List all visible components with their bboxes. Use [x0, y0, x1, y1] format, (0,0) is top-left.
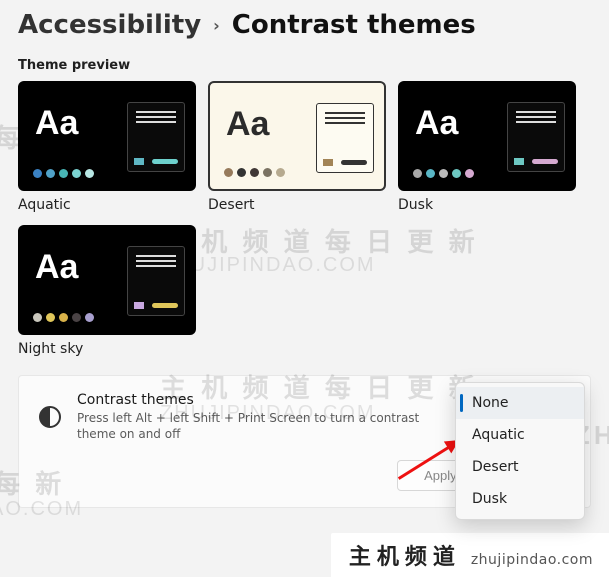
palette-dots — [224, 168, 285, 177]
sample-text-icon: Aa — [415, 104, 458, 143]
dropdown-option-none[interactable]: None — [456, 387, 584, 419]
theme-name-label: Dusk — [398, 197, 576, 213]
theme-card-aquatic[interactable]: Aa Aquatic — [18, 81, 196, 213]
window-mock-icon — [127, 246, 185, 316]
window-mock-icon — [127, 102, 185, 172]
sample-text-icon: Aa — [226, 105, 269, 144]
footer-brand-en: zhujipindao.com — [471, 552, 593, 568]
sample-text-icon: Aa — [35, 104, 78, 143]
footer-brand: 主机频道 zhujipindao.com — [331, 533, 609, 577]
theme-name-label: Night sky — [18, 341, 196, 357]
breadcrumb: Accessibility › Contrast themes — [0, 0, 609, 40]
contrast-icon — [39, 406, 61, 428]
section-label-theme-preview: Theme preview — [0, 40, 609, 81]
footer-brand-cn: 主机频道 — [349, 539, 461, 571]
theme-thumbnail: Aa — [398, 81, 576, 191]
dropdown-option-dusk[interactable]: Dusk — [456, 483, 584, 515]
card-title: Contrast themes — [77, 392, 437, 408]
breadcrumb-parent[interactable]: Accessibility — [18, 10, 201, 40]
theme-select-dropdown[interactable]: None Aquatic Desert Dusk — [455, 382, 585, 520]
page-title: Contrast themes — [232, 10, 476, 40]
theme-card-dusk[interactable]: Aa Dusk — [398, 81, 576, 213]
dropdown-option-aquatic[interactable]: Aquatic — [456, 419, 584, 451]
palette-dots — [33, 313, 94, 322]
palette-dots — [413, 169, 474, 178]
window-mock-icon — [507, 102, 565, 172]
theme-name-label: Aquatic — [18, 197, 196, 213]
theme-thumbnail: Aa — [18, 81, 196, 191]
theme-card-night-sky[interactable]: Aa Night sky — [18, 225, 196, 357]
theme-thumbnail: Aa — [18, 225, 196, 335]
sample-text-icon: Aa — [35, 248, 78, 287]
theme-preview-grid: Aa Aquatic Aa Desert Aa — [0, 81, 609, 357]
theme-card-desert[interactable]: Aa Desert — [208, 81, 386, 213]
theme-thumbnail: Aa — [208, 81, 386, 191]
window-mock-icon — [316, 103, 374, 173]
chevron-right-icon: › — [213, 16, 220, 35]
dropdown-option-desert[interactable]: Desert — [456, 451, 584, 483]
theme-name-label: Desert — [208, 197, 386, 213]
palette-dots — [33, 169, 94, 178]
card-subtitle: Press left Alt + left Shift + Print Scre… — [77, 410, 437, 442]
